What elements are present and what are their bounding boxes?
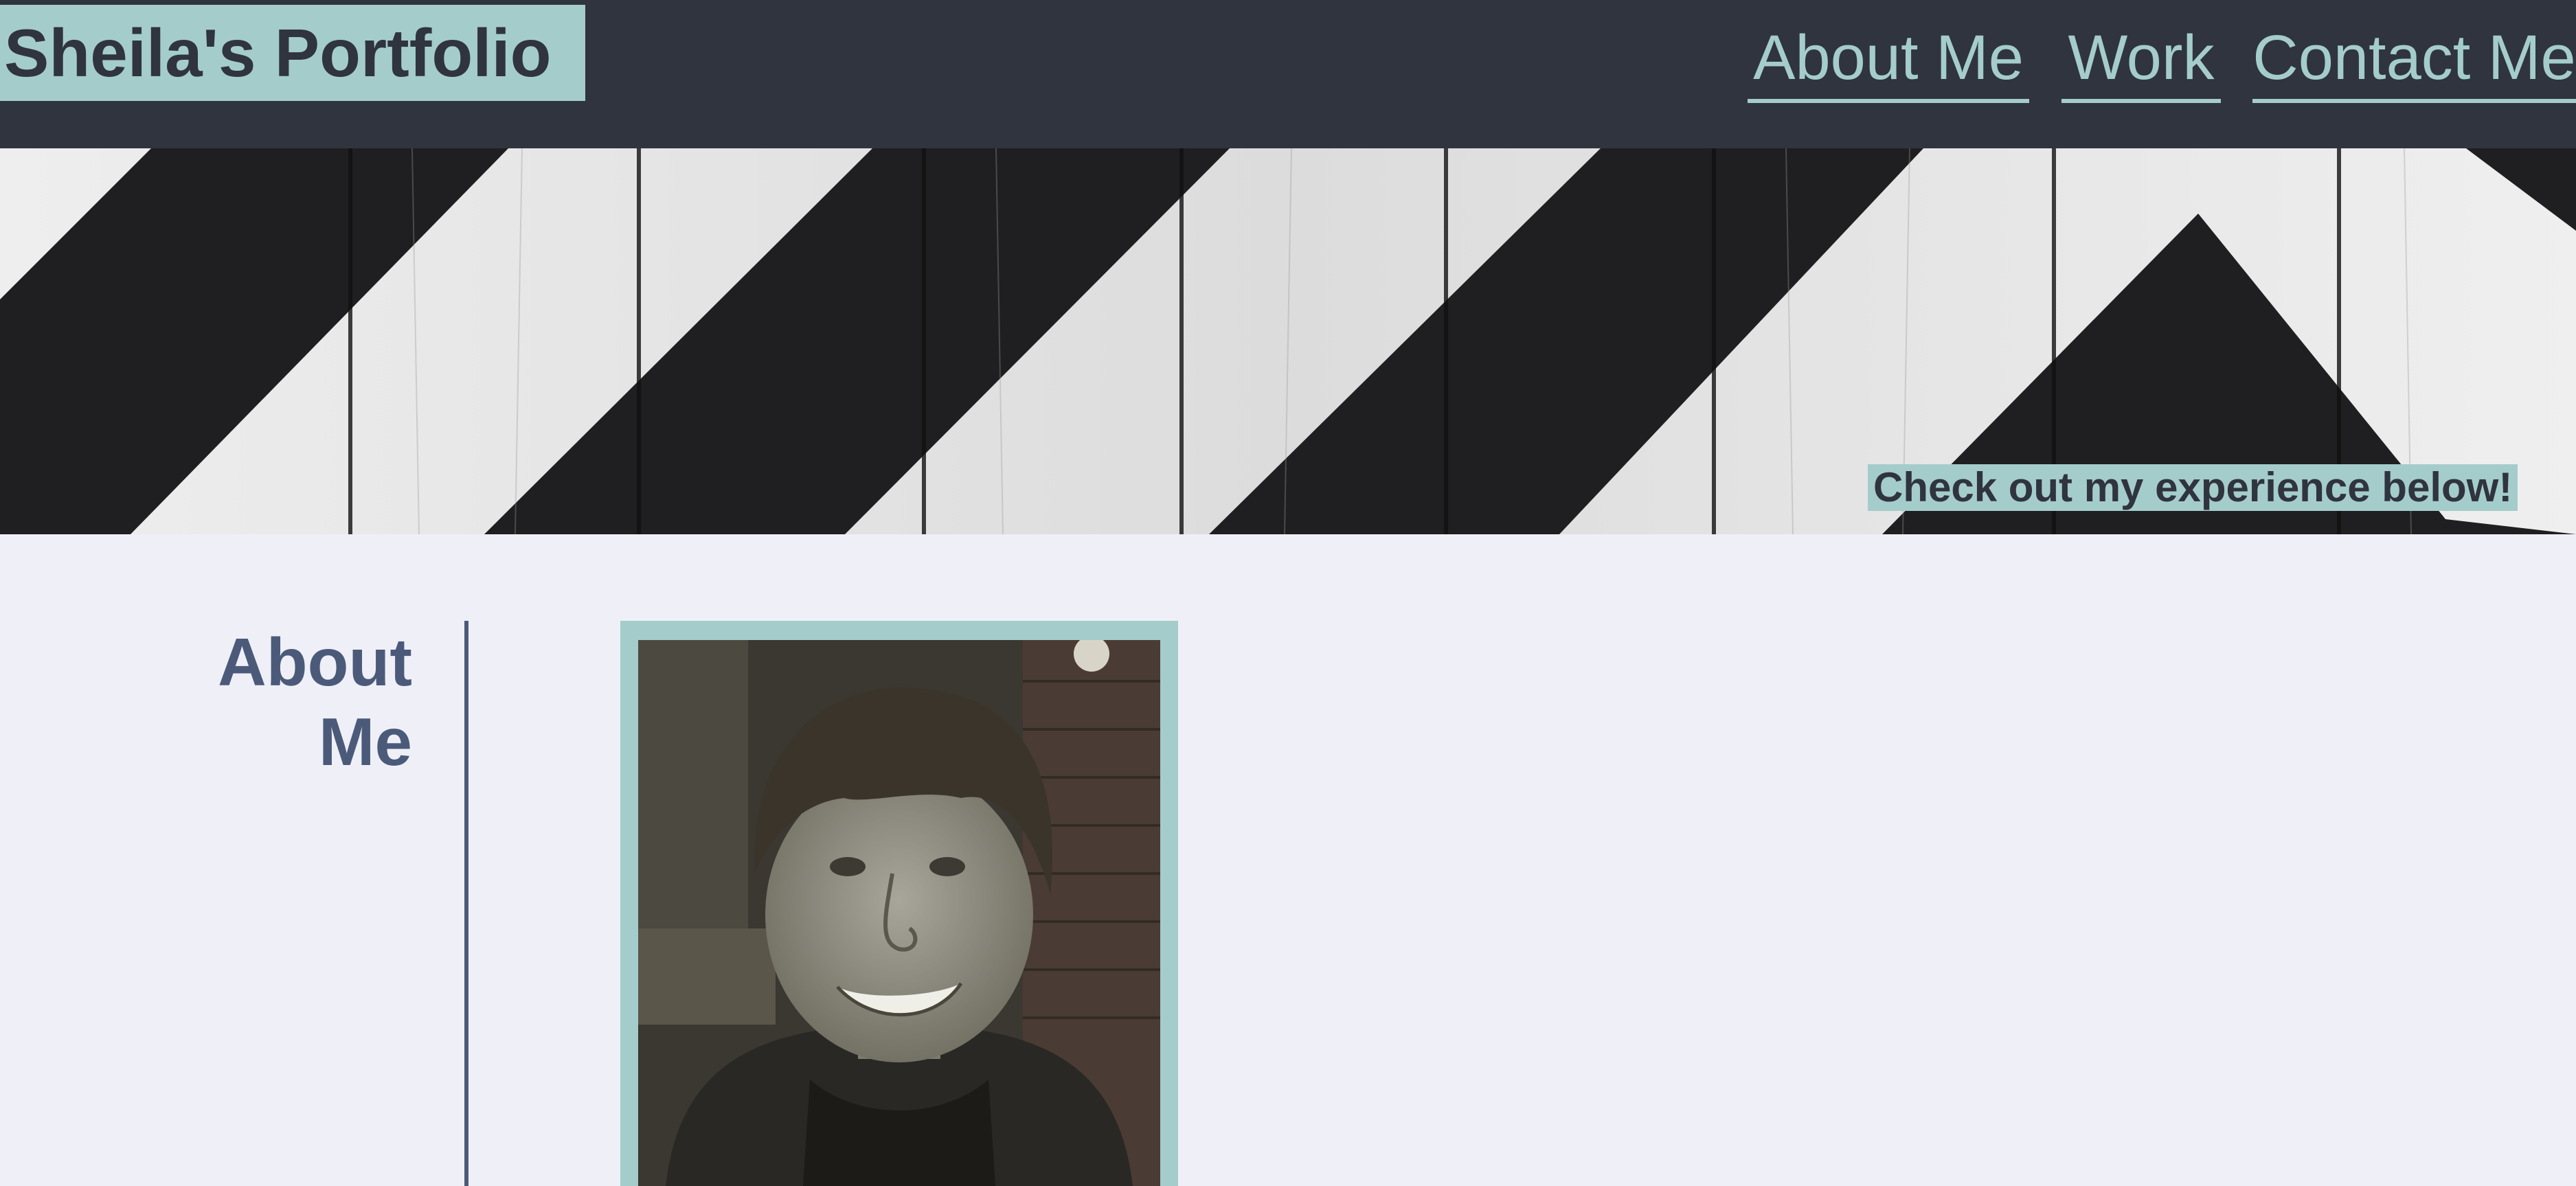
profile-photo-frame — [620, 621, 1178, 1186]
hero-caption: Check out my experience below! — [1868, 464, 2518, 511]
about-me-heading: About Me — [137, 622, 412, 782]
nav-about-me[interactable]: About Me — [1748, 16, 2029, 103]
brand-title[interactable]: Sheila's Portfolio — [0, 5, 585, 101]
section-divider — [464, 621, 468, 1186]
site-header: Sheila's Portfolio About Me Work Contact… — [0, 0, 2576, 148]
hero-banner: Check out my experience below! — [0, 148, 2576, 534]
about-heading-line2: Me — [318, 704, 412, 779]
nav-contact-me[interactable]: Contact Me — [2252, 16, 2576, 103]
profile-photo — [638, 640, 1160, 1186]
profile-photo-illustration — [638, 640, 1160, 1186]
nav-work[interactable]: Work — [2061, 16, 2221, 103]
about-heading-line1: About — [218, 624, 412, 700]
